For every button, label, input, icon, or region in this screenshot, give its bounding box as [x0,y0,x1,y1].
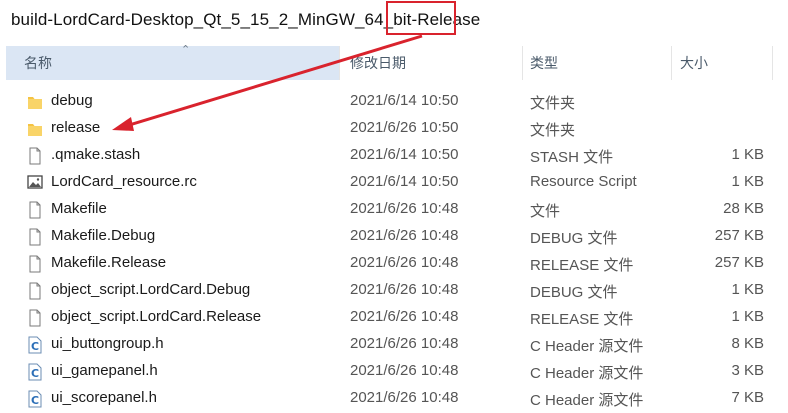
file-name: Makefile.Debug [51,227,156,244]
file-date: 2021/6/26 10:48 [350,200,459,217]
file-row[interactable]: release 2021/6/26 10:50 文件夹 [0,115,788,142]
c-header-icon: C [27,390,43,408]
file-type: RELEASE 文件 [530,257,634,274]
file-type: C Header 源文件 [530,365,644,382]
svg-text:C: C [31,394,39,407]
folder-icon [27,120,43,138]
file-date: 2021/6/26 10:48 [350,335,459,352]
file-row[interactable]: Cui_scorepanel.h 2021/6/26 10:48 C Header … [0,385,788,412]
file-date: 2021/6/26 10:48 [350,362,459,379]
address-bar[interactable]: build-LordCard-Desktop_Qt_5_15_2_MinGW_6… [0,0,788,42]
file-size: 8 KB [731,335,764,352]
c-header-icon: C [27,336,43,354]
file-row[interactable]: Cui_buttongroup.h 2021/6/26 10:48 C Header… [0,331,788,358]
file-row[interactable]: Makefile 2021/6/26 10:48 文件 28 KB [0,196,788,223]
column-header-size-label: 大小 [680,55,708,71]
column-header-type[interactable]: 类型 [523,46,671,80]
file-date: 2021/6/26 10:48 [350,308,459,325]
file-type: STASH 文件 [530,149,614,166]
svg-text:C: C [31,340,39,353]
file-size: 1 KB [731,146,764,163]
file-date: 2021/6/26 10:48 [350,254,459,271]
file-size: 28 KB [723,200,764,217]
file-type: DEBUG 文件 [530,284,618,301]
file-icon [27,147,43,165]
file-date: 2021/6/14 10:50 [350,173,459,190]
file-date: 2021/6/14 10:50 [350,92,459,109]
file-date: 2021/6/26 10:48 [350,227,459,244]
address-path-prefix: build-LordCard-Desktop_Qt_5_15_2_MinGW_6… [11,10,418,29]
file-name: Makefile.Release [51,254,167,271]
file-size: 257 KB [714,254,764,271]
file-name: ui_gamepanel.h [51,362,158,379]
file-date: 2021/6/14 10:50 [350,146,459,163]
annotation-highlight-box [386,1,456,35]
file-size: 3 KB [731,362,764,379]
file-name: object_script.LordCard.Release [51,308,262,325]
file-name: object_script.LordCard.Debug [51,281,251,298]
file-row[interactable]: object_script.LordCard.Debug 2021/6/26 10… [0,277,788,304]
file-type: DEBUG 文件 [530,230,618,247]
file-size: 257 KB [714,227,764,244]
file-row[interactable]: .qmake.stash 2021/6/14 10:50 STASH 文件 1 KB [0,142,788,169]
file-icon [27,201,43,219]
file-type: RELEASE 文件 [530,311,634,328]
file-name: debug [51,92,93,109]
column-header-date[interactable]: 修改日期 [340,46,522,80]
column-header-size[interactable]: 大小 [672,46,772,80]
column-header-type-label: 类型 [530,55,558,71]
file-row[interactable]: debug 2021/6/14 10:50 文件夹 [0,88,788,115]
sort-ascending-icon: ⌃ [181,44,191,56]
file-icon [27,255,43,273]
file-name: .qmake.stash [51,146,141,163]
file-name: LordCard_resource.rc [51,173,197,190]
svg-text:C: C [31,367,39,380]
column-header-name-label: 名称 [24,55,52,71]
image-file-icon [27,174,43,192]
file-icon [27,309,43,327]
file-row[interactable]: LordCard_resource.rc 2021/6/14 10:50 Resou… [0,169,788,196]
column-divider[interactable] [772,46,773,80]
file-type: 文件夹 [530,95,576,112]
file-row[interactable]: Cui_gamepanel.h 2021/6/26 10:48 C Header 源… [0,358,788,385]
file-name: ui_scorepanel.h [51,389,157,406]
column-header-row: ⌃ 名称 修改日期 类型 大小 [0,44,788,80]
file-type: C Header 源文件 [530,392,644,409]
file-size: 1 KB [731,173,764,190]
file-type: 文件 [530,203,561,220]
file-date: 2021/6/26 10:48 [350,389,459,406]
file-row[interactable]: object_script.LordCard.Release 2021/6/26 … [0,304,788,331]
file-row[interactable]: Makefile.Debug 2021/6/26 10:48 DEBUG 文件 257… [0,223,788,250]
file-icon [27,228,43,246]
file-type: C Header 源文件 [530,338,644,355]
folder-icon [27,93,43,111]
file-type: Resource Script [530,173,637,190]
file-icon [27,282,43,300]
column-header-name[interactable]: ⌃ 名称 [6,44,339,80]
c-header-icon: C [27,363,43,381]
file-name: release [51,119,101,136]
file-date: 2021/6/26 10:48 [350,281,459,298]
file-size: 7 KB [731,389,764,406]
file-type: 文件夹 [530,122,576,139]
file-date: 2021/6/26 10:50 [350,119,459,136]
file-name: ui_buttongroup.h [51,335,164,352]
file-name: Makefile [51,200,107,217]
file-row[interactable]: Makefile.Release 2021/6/26 10:48 RELEASE 文… [0,250,788,277]
file-size: 1 KB [731,281,764,298]
column-header-date-label: 修改日期 [350,55,406,71]
file-size: 1 KB [731,308,764,325]
